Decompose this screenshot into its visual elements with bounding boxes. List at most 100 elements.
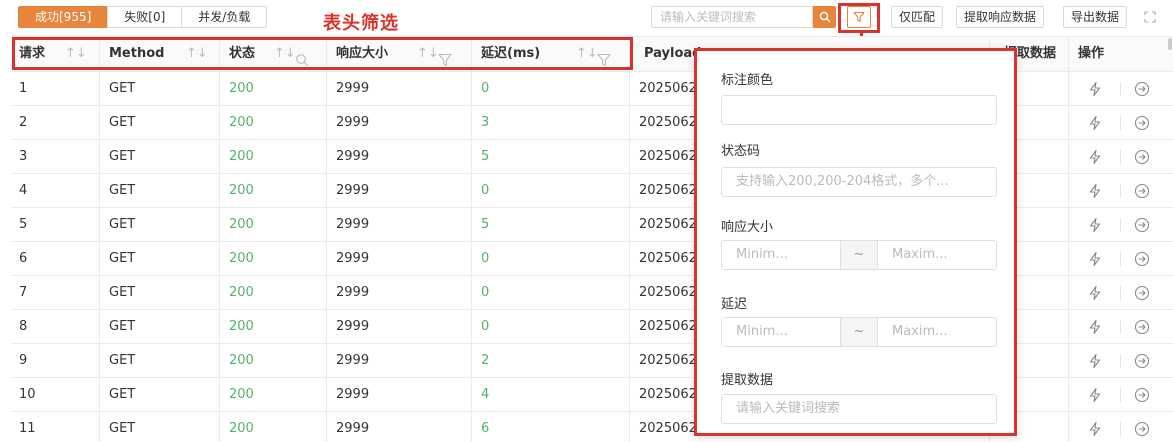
search-button[interactable] xyxy=(813,6,836,28)
toolbar: 成功[955] 失败[0] 并发/负载 表头筛选 请输入关键词搜索 仅匹配 提取… xyxy=(0,0,1173,36)
cell-size: 2999 xyxy=(327,310,472,343)
cell-size: 2999 xyxy=(327,276,472,309)
range-separator: ~ xyxy=(840,318,878,346)
action-divider xyxy=(1120,388,1121,402)
expand-icon[interactable] xyxy=(1142,9,1158,25)
arrow-circle-icon[interactable] xyxy=(1134,81,1150,97)
only-match-button[interactable]: 仅匹配 xyxy=(891,6,944,28)
lightning-icon[interactable] xyxy=(1087,387,1103,403)
cell-method: GET xyxy=(100,140,220,173)
size-min-input[interactable]: Minim... xyxy=(722,241,840,269)
header-highlight-box xyxy=(12,37,633,70)
color-label: 标注颜色 xyxy=(721,73,774,88)
cell-size: 2999 xyxy=(327,208,472,241)
cell-request: 4 xyxy=(10,174,100,207)
cell-size: 2999 xyxy=(327,72,472,105)
cell-request: 10 xyxy=(10,378,100,411)
cell-request: 6 xyxy=(10,242,100,275)
cell-method: GET xyxy=(100,378,220,411)
cell-status: 200 xyxy=(220,310,327,343)
lightning-icon[interactable] xyxy=(1087,115,1103,131)
cell-latency: 0 xyxy=(472,276,630,309)
cell-latency: 0 xyxy=(472,72,630,105)
action-divider xyxy=(1120,286,1121,300)
cell-size: 2999 xyxy=(327,344,472,377)
arrow-circle-icon[interactable] xyxy=(1134,115,1150,131)
cell-method: GET xyxy=(100,242,220,275)
size-max-input[interactable]: Maxim... xyxy=(878,241,996,269)
tab-failed[interactable]: 失败[0] xyxy=(107,6,183,28)
color-picker[interactable] xyxy=(721,95,997,125)
cell-latency: 0 xyxy=(472,310,630,343)
lightning-icon[interactable] xyxy=(1087,285,1103,301)
latency-min-input[interactable]: Minim... xyxy=(722,318,840,346)
cell-request: 5 xyxy=(10,208,100,241)
cell-status: 200 xyxy=(220,412,327,442)
cell-latency: 5 xyxy=(472,140,630,173)
tab-concurrency[interactable]: 并发/负载 xyxy=(181,6,268,28)
cell-method: GET xyxy=(100,310,220,343)
extract-search-input[interactable]: 请输入关键词搜索 xyxy=(721,394,997,424)
arrow-circle-icon[interactable] xyxy=(1134,421,1150,437)
lightning-icon[interactable] xyxy=(1087,81,1103,97)
cell-request: 1 xyxy=(10,72,100,105)
cell-request: 3 xyxy=(10,140,100,173)
cell-method: GET xyxy=(100,174,220,207)
filter-panel: 标注颜色 状态码 支持输入200,200-204格式，多个... 响应大小 Mi… xyxy=(694,48,1017,436)
arrow-circle-icon[interactable] xyxy=(1134,217,1150,233)
scrollbar[interactable] xyxy=(1168,38,1172,50)
lightning-icon[interactable] xyxy=(1087,421,1103,437)
latency-range: Minim... ~ Maxim... xyxy=(721,317,997,347)
cell-size: 2999 xyxy=(327,412,472,442)
extract-label: 提取数据 xyxy=(721,373,774,388)
cell-latency: 0 xyxy=(472,174,630,207)
range-separator: ~ xyxy=(840,241,878,269)
action-divider xyxy=(1120,218,1121,232)
tab-success[interactable]: 成功[955] xyxy=(18,6,109,28)
action-divider xyxy=(1120,184,1121,198)
action-divider xyxy=(1120,422,1121,436)
arrow-circle-icon[interactable] xyxy=(1134,387,1150,403)
cell-latency: 6 xyxy=(472,412,630,442)
cell-status: 200 xyxy=(220,344,327,377)
export-button[interactable]: 导出数据 xyxy=(1063,6,1128,28)
arrow-circle-icon[interactable] xyxy=(1134,149,1150,165)
lightning-icon[interactable] xyxy=(1087,149,1103,165)
search-input[interactable]: 请输入关键词搜索 xyxy=(651,6,813,28)
cell-method: GET xyxy=(100,412,220,442)
filter-icon xyxy=(853,11,865,23)
latency-max-input[interactable]: Maxim... xyxy=(878,318,996,346)
col-actions: 操作 xyxy=(1078,46,1105,61)
cell-method: GET xyxy=(100,72,220,105)
latency-label: 延迟 xyxy=(721,297,748,312)
arrow-circle-icon[interactable] xyxy=(1134,353,1150,369)
cell-size: 2999 xyxy=(327,378,472,411)
result-tabs: 成功[955] 失败[0] 并发/负载 xyxy=(18,6,268,28)
cell-latency: 5 xyxy=(472,208,630,241)
arrow-circle-icon[interactable] xyxy=(1134,251,1150,267)
cell-status: 200 xyxy=(220,106,327,139)
extract-response-button[interactable]: 提取响应数据 xyxy=(956,6,1045,28)
lightning-icon[interactable] xyxy=(1087,353,1103,369)
cell-size: 2999 xyxy=(327,106,472,139)
cell-size: 2999 xyxy=(327,174,472,207)
lightning-icon[interactable] xyxy=(1087,251,1103,267)
arrow-circle-icon[interactable] xyxy=(1134,183,1150,199)
cell-method: GET xyxy=(100,208,220,241)
filter-button[interactable] xyxy=(847,6,871,28)
lightning-icon[interactable] xyxy=(1087,217,1103,233)
cell-status: 200 xyxy=(220,72,327,105)
cell-latency: 4 xyxy=(472,378,630,411)
cell-status: 200 xyxy=(220,242,327,275)
cell-method: GET xyxy=(100,344,220,377)
lightning-icon[interactable] xyxy=(1087,183,1103,199)
cell-status: 200 xyxy=(220,174,327,207)
status-code-label: 状态码 xyxy=(721,144,761,159)
cell-request: 2 xyxy=(10,106,100,139)
cell-latency: 2 xyxy=(472,344,630,377)
arrow-circle-icon[interactable] xyxy=(1134,285,1150,301)
lightning-icon[interactable] xyxy=(1087,319,1103,335)
action-divider xyxy=(1120,150,1121,164)
status-code-input[interactable]: 支持输入200,200-204格式，多个... xyxy=(721,167,997,197)
arrow-circle-icon[interactable] xyxy=(1134,319,1150,335)
